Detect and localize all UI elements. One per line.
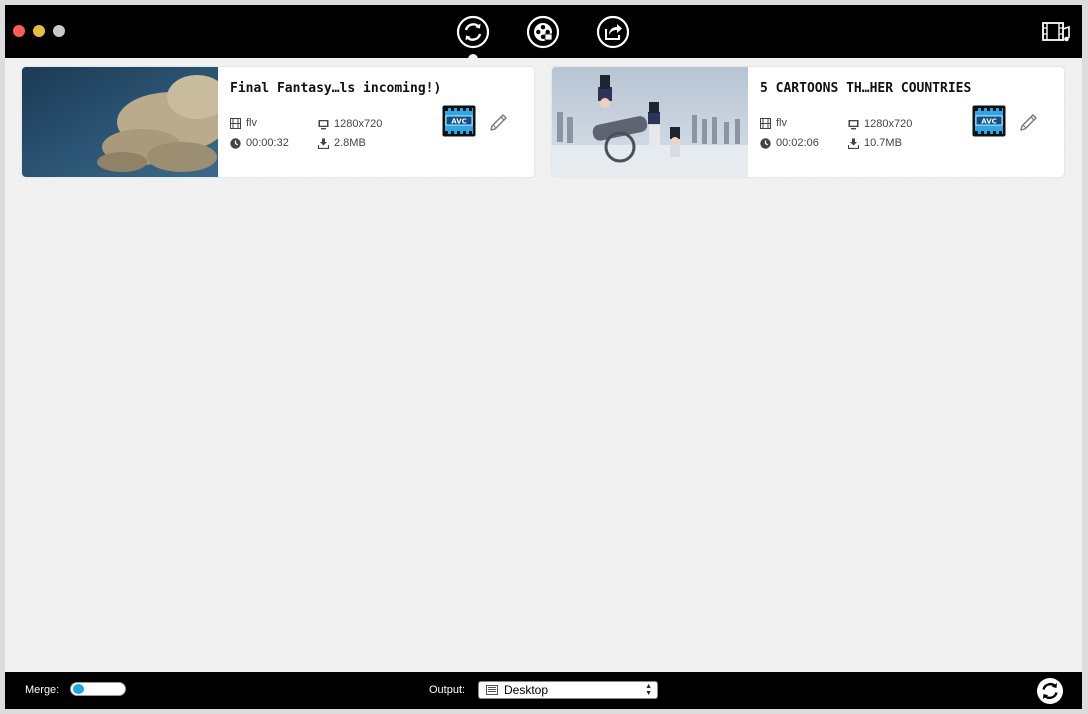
codec-label: AVC — [981, 117, 997, 125]
pencil-icon — [488, 111, 510, 133]
format-info: flv — [230, 117, 257, 129]
convert-icon — [1036, 677, 1064, 705]
share-tool-button[interactable] — [596, 15, 630, 49]
codec-label: AVC — [451, 117, 467, 125]
folder-icon — [486, 685, 498, 695]
app-window: Final Fantasy…ls incoming!) flv 00:00:32… — [5, 5, 1082, 709]
clock-icon — [760, 137, 771, 149]
edit-video-button[interactable] — [488, 111, 510, 133]
convert-icon — [456, 15, 490, 49]
video-list: Final Fantasy…ls incoming!) flv 00:00:32… — [5, 58, 1082, 672]
codec-badge[interactable]: AVC — [442, 105, 476, 137]
format-value: flv — [246, 117, 257, 129]
duration-info: 00:02:06 — [760, 137, 819, 149]
convert-tool-button[interactable] — [456, 15, 490, 49]
video-item[interactable]: Final Fantasy…ls incoming!) flv 00:00:32… — [22, 67, 534, 177]
bottom-bar: Merge: Output: Desktop ▲ ▼ — [5, 672, 1082, 709]
format-info: flv — [760, 117, 787, 129]
film-library-icon — [1042, 20, 1070, 44]
video-thumbnail[interactable] — [552, 67, 748, 177]
film-icon — [760, 117, 771, 129]
output-folder-value: Desktop — [504, 683, 549, 697]
video-item[interactable]: 5 CARTOONS TH…HER COUNTRIES flv 00:02:06… — [552, 67, 1064, 177]
resolution-value: 1280x720 — [864, 118, 913, 130]
download-icon — [318, 138, 329, 149]
video-thumbnail[interactable] — [22, 67, 218, 177]
clock-icon — [230, 137, 241, 149]
zoom-window-button[interactable] — [53, 25, 65, 37]
size-value: 2.8MB — [334, 137, 366, 149]
monitor-icon — [848, 119, 859, 130]
pencil-icon — [1018, 111, 1040, 133]
resolution-value: 1280x720 — [334, 118, 383, 130]
duration-info: 00:00:32 — [230, 137, 289, 149]
select-arrows-icon: ▲ ▼ — [645, 683, 652, 697]
toolbar — [5, 5, 1082, 64]
size-info: 10.7MB — [848, 137, 902, 149]
edit-video-tool-button[interactable] — [526, 15, 560, 49]
output-folder-select[interactable]: Desktop ▲ ▼ — [478, 681, 658, 699]
size-value: 10.7MB — [864, 137, 902, 149]
codec-badge[interactable]: AVC — [972, 105, 1006, 137]
size-info: 2.8MB — [318, 137, 366, 149]
merge-label: Merge: — [25, 684, 60, 696]
film-reel-icon — [526, 15, 560, 49]
resolution-info: 1280x720 — [318, 118, 382, 130]
video-title: 5 CARTOONS TH…HER COUNTRIES — [760, 81, 972, 96]
merge-toggle[interactable] — [70, 682, 126, 696]
convert-all-button[interactable] — [1036, 677, 1064, 705]
duration-value: 00:00:32 — [246, 137, 289, 149]
monitor-icon — [318, 119, 329, 130]
close-window-button[interactable] — [13, 25, 25, 37]
resolution-info: 1280x720 — [848, 118, 912, 130]
film-icon — [230, 117, 241, 129]
video-title: Final Fantasy…ls incoming!) — [230, 81, 442, 96]
edit-video-button[interactable] — [1018, 111, 1040, 133]
minimize-window-button[interactable] — [33, 25, 45, 37]
merge-toggle-knob — [73, 684, 84, 694]
duration-value: 00:02:06 — [776, 137, 819, 149]
output-label: Output: — [429, 684, 466, 696]
format-value: flv — [776, 117, 787, 129]
download-icon — [848, 138, 859, 149]
share-icon — [596, 15, 630, 49]
media-library-button[interactable] — [1042, 20, 1070, 44]
